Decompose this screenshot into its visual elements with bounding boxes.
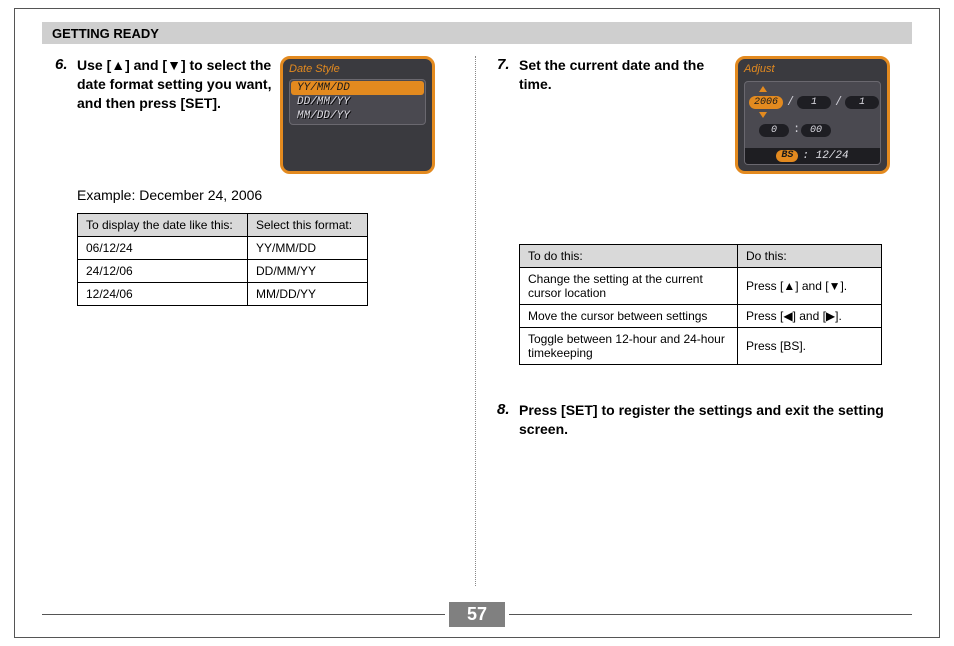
table-header: Do this:: [738, 244, 882, 267]
example-label: Example: December 24, 2006: [77, 187, 455, 203]
page-rule: [42, 614, 445, 615]
page-rule: [509, 614, 912, 615]
section-header-text: GETTING READY: [52, 26, 159, 41]
lcd-option-selected: YY/MM/DD: [291, 81, 424, 95]
day-pill: 1: [845, 96, 879, 109]
table-row: Change the setting at the current cursor…: [520, 267, 882, 304]
date-separator: /: [835, 95, 842, 109]
table-header: Select this format:: [248, 213, 368, 236]
lcd-option: MM/DD/YY: [291, 109, 424, 123]
lcd-footer-text: : 12/24: [802, 150, 848, 162]
year-pill: 2006: [749, 96, 783, 109]
step-number: 7.: [497, 56, 519, 94]
hour-pill: 0: [759, 124, 789, 137]
step-instruction: Press [SET] to register the settings and…: [519, 401, 899, 439]
table-row: Toggle between 12-hour and 24-hour timek…: [520, 327, 882, 364]
arrow-up-icon: [759, 86, 767, 92]
step-number: 6.: [55, 56, 77, 113]
lcd-body: 2006 / 1 / 1 0 : 00 BS : 12/24: [744, 81, 881, 165]
controls-table: To do this: Do this: Change the setting …: [519, 244, 882, 365]
lcd-option-list: YY/MM/DD DD/MM/YY MM/DD/YY: [289, 79, 426, 125]
step-instruction: Set the current date and the time.: [519, 56, 714, 94]
table-row: 24/12/06 DD/MM/YY: [78, 259, 368, 282]
bs-badge: BS: [776, 150, 798, 162]
lcd-footer: BS : 12/24: [745, 148, 880, 164]
step-number: 8.: [497, 401, 519, 439]
arrow-down-icon: [759, 112, 767, 118]
table-header: To display the date like this:: [78, 213, 248, 236]
column-divider: [475, 56, 477, 586]
lcd-title: Adjust: [744, 63, 775, 75]
date-separator: /: [787, 95, 794, 109]
lcd-date-style: Date Style YY/MM/DD DD/MM/YY MM/DD/YY: [280, 56, 435, 174]
table-header: To do this:: [520, 244, 738, 267]
step-8: 8. Press [SET] to register the settings …: [497, 401, 912, 439]
page-number: 57: [449, 602, 505, 627]
month-pill: 1: [797, 96, 831, 109]
lcd-option: DD/MM/YY: [291, 95, 424, 109]
time-separator: :: [793, 122, 800, 136]
section-header: GETTING READY: [42, 22, 912, 44]
date-format-table: To display the date like this: Select th…: [77, 213, 368, 306]
table-row: 06/12/24 YY/MM/DD: [78, 236, 368, 259]
table-row: 12/24/06 MM/DD/YY: [78, 282, 368, 305]
page-number-bar: 57: [42, 600, 912, 628]
lcd-title: Date Style: [289, 63, 340, 75]
table-row: Move the cursor between settings Press […: [520, 304, 882, 327]
minute-pill: 00: [801, 124, 831, 137]
lcd-adjust: Adjust 2006 / 1 / 1 0 : 00 BS : 12/24: [735, 56, 890, 174]
step-instruction: Use [▲] and [▼] to select the date forma…: [77, 56, 272, 113]
